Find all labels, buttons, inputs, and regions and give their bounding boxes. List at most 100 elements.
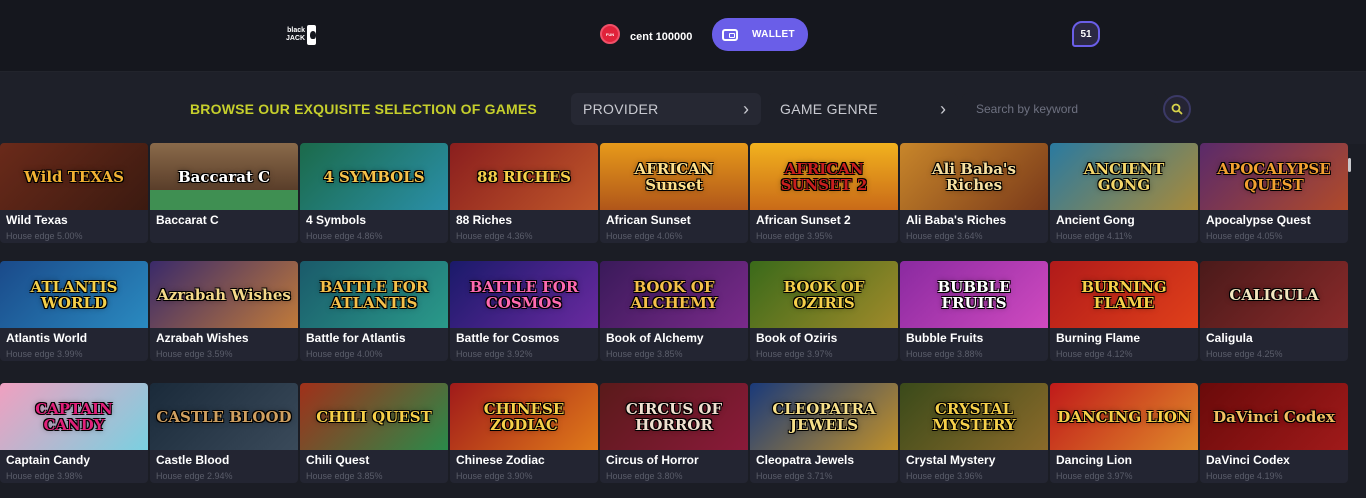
genre-filter[interactable]: GAME GENRE › — [768, 93, 958, 125]
game-tile[interactable]: Azrabah Wishes Azrabah Wishes House edge 3… — [150, 261, 298, 361]
game-logo-art: 88 RICHES — [477, 167, 571, 186]
wallet-button[interactable]: WALLET — [712, 18, 808, 51]
game-tile[interactable]: 4 SYMBOLS 4 Symbols House edge 4.86% — [300, 143, 448, 243]
game-thumbnail[interactable]: BOOK OF OZIRIS — [750, 261, 898, 328]
game-title: Battle for Cosmos — [456, 331, 560, 345]
game-tile[interactable]: BATTLE FOR ATLANTIS Battle for Atlantis Ho… — [300, 261, 448, 361]
search-input[interactable] — [962, 93, 1158, 125]
game-title: Burning Flame — [1056, 331, 1141, 345]
game-tile[interactable]: ANCIENT GONG Ancient Gong House edge 4.11% — [1050, 143, 1198, 243]
game-tile[interactable]: CHILI QUEST Chili Quest House edge 3.85% — [300, 383, 448, 483]
game-thumbnail[interactable]: BOOK OF ALCHEMY — [600, 261, 748, 328]
game-logo-art: Baccarat C — [177, 167, 271, 186]
game-tile[interactable]: BATTLE FOR COSMOS Battle for Cosmos House … — [450, 261, 598, 361]
game-thumbnail[interactable]: Azrabah Wishes — [150, 261, 298, 328]
game-thumbnail[interactable]: CHINESE ZODIAC — [450, 383, 598, 450]
game-tile[interactable]: CRYSTAL MYSTERY Crystal Mystery House edge… — [900, 383, 1048, 483]
game-tile[interactable]: APOCALYPSE QUEST Apocalypse Quest House ed… — [1200, 143, 1348, 243]
game-thumbnail[interactable]: BATTLE FOR ATLANTIS — [300, 261, 448, 328]
game-thumbnail[interactable]: CRYSTAL MYSTERY — [900, 383, 1048, 450]
game-thumbnail[interactable]: ANCIENT GONG — [1050, 143, 1198, 210]
search-icon — [1171, 103, 1183, 115]
house-edge-text: House edge 4.11% — [1056, 231, 1132, 241]
game-tile[interactable]: AFRICAN Sunset African Sunset House edge 4… — [600, 143, 748, 243]
game-tile[interactable]: CLEOPATRA JEWELS Cleopatra Jewels House ed… — [750, 383, 898, 483]
game-title: Wild Texas — [6, 213, 68, 227]
game-thumbnail[interactable]: BATTLE FOR COSMOS — [450, 261, 598, 328]
search-button[interactable] — [1163, 95, 1191, 123]
game-tile[interactable]: CAPTAIN CANDY Captain Candy House edge 3.9… — [0, 383, 148, 483]
provider-filter[interactable]: PROVIDER › — [571, 93, 761, 125]
game-thumbnail[interactable]: CHILI QUEST — [300, 383, 448, 450]
game-tile[interactable]: BURNING FLAME Burning Flame House edge 4.1… — [1050, 261, 1198, 361]
game-thumbnail[interactable]: BURNING FLAME — [1050, 261, 1198, 328]
house-edge-text: House edge 4.06% — [606, 231, 683, 241]
game-thumbnail[interactable]: CIRCUS OF HORROR — [600, 383, 748, 450]
game-tile[interactable]: BOOK OF ALCHEMY Book of Alchemy House edge… — [600, 261, 748, 361]
house-edge-text: House edge 4.05% — [1206, 231, 1283, 241]
game-title: African Sunset 2 — [756, 213, 851, 227]
house-edge-text: House edge 3.92% — [456, 349, 533, 359]
game-thumbnail[interactable]: Ali Baba's Riches — [900, 143, 1048, 210]
game-thumbnail[interactable]: 88 RICHES — [450, 143, 598, 210]
wallet-icon — [722, 28, 738, 41]
game-thumbnail[interactable]: BUBBLE FRUITS — [900, 261, 1048, 328]
game-tile[interactable]: AFRICAN SUNSET 2 African Sunset 2 House ed… — [750, 143, 898, 243]
game-logo-art: AFRICAN SUNSET 2 — [780, 159, 868, 194]
game-tile[interactable]: DaVinci Codex DaVinci Codex House edge 4.1… — [1200, 383, 1348, 483]
game-tile[interactable]: Wild TEXAS Wild Texas House edge 5.00% — [0, 143, 148, 243]
game-thumbnail[interactable]: CASTLE BLOOD — [150, 383, 298, 450]
game-logo-art: CIRCUS OF HORROR — [625, 399, 723, 434]
game-thumbnail[interactable]: CLEOPATRA JEWELS — [750, 383, 898, 450]
house-edge-text: House edge 3.96% — [906, 471, 983, 481]
game-tile[interactable]: ATLANTIS WORLD Atlantis World House edge 3… — [0, 261, 148, 361]
card-logo-icon — [307, 25, 316, 45]
game-thumbnail[interactable]: APOCALYPSE QUEST — [1200, 143, 1348, 210]
house-edge-text: House edge 4.36% — [456, 231, 533, 241]
game-thumbnail[interactable]: Baccarat C — [150, 143, 298, 210]
game-thumbnail[interactable]: Wild TEXAS — [0, 143, 148, 210]
game-logo-art: BATTLE FOR COSMOS — [469, 277, 579, 312]
game-thumbnail[interactable]: 4 SYMBOLS — [300, 143, 448, 210]
game-tile[interactable]: CALIGULA Caligula House edge 4.25% — [1200, 261, 1348, 361]
game-tile[interactable]: Ali Baba's Riches Ali Baba's Riches House … — [900, 143, 1048, 243]
blackjack-logo[interactable]: black JACK — [276, 22, 316, 48]
game-tile[interactable]: Baccarat C Baccarat C — [150, 143, 298, 243]
game-title: Ancient Gong — [1056, 213, 1135, 227]
house-edge-text: House edge 3.59% — [156, 349, 233, 359]
game-title: DaVinci Codex — [1206, 453, 1290, 467]
game-logo-art: CRYSTAL MYSTERY — [932, 399, 1016, 434]
house-edge-text: House edge 5.00% — [6, 231, 83, 241]
game-title: Dancing Lion — [1056, 453, 1132, 467]
game-thumbnail[interactable]: AFRICAN Sunset — [600, 143, 748, 210]
game-logo-art: Ali Baba's Riches — [932, 159, 1016, 194]
chevron-right-icon: › — [940, 99, 946, 119]
notification-button[interactable]: 51 — [1072, 21, 1100, 47]
game-thumbnail[interactable]: DANCING LION — [1050, 383, 1198, 450]
game-title: Book of Oziris — [756, 331, 838, 345]
house-edge-text: House edge 3.99% — [6, 349, 83, 359]
game-logo-art: AFRICAN Sunset — [634, 159, 714, 194]
game-logo-art: APOCALYPSE QUEST — [1217, 159, 1331, 194]
game-thumbnail[interactable]: CALIGULA — [1200, 261, 1348, 328]
game-tile[interactable]: CIRCUS OF HORROR Circus of Horror House ed… — [600, 383, 748, 483]
house-edge-text: House edge 3.71% — [756, 471, 833, 481]
game-tile[interactable]: 88 RICHES 88 Riches House edge 4.36% — [450, 143, 598, 243]
house-edge-text: House edge 3.80% — [606, 471, 683, 481]
game-thumbnail[interactable]: ATLANTIS WORLD — [0, 261, 148, 328]
game-tile[interactable]: BUBBLE FRUITS Bubble Fruits House edge 3.8… — [900, 261, 1048, 361]
house-edge-text: House edge 3.97% — [1056, 471, 1133, 481]
house-edge-text: House edge 4.12% — [1056, 349, 1133, 359]
game-tile[interactable]: CASTLE BLOOD Castle Blood House edge 2.94% — [150, 383, 298, 483]
fun-coin-icon: FUN — [600, 24, 620, 44]
game-tile[interactable]: CHINESE ZODIAC Chinese Zodiac House edge 3… — [450, 383, 598, 483]
game-logo-art: Wild TEXAS — [24, 167, 124, 186]
game-thumbnail[interactable]: AFRICAN SUNSET 2 — [750, 143, 898, 210]
scrollbar-thumb[interactable] — [1348, 158, 1351, 172]
game-thumbnail[interactable]: CAPTAIN CANDY — [0, 383, 148, 450]
game-tile[interactable]: DANCING LION Dancing Lion House edge 3.97% — [1050, 383, 1198, 483]
game-logo-art: BURNING FLAME — [1081, 277, 1167, 312]
game-tile[interactable]: BOOK OF OZIRIS Book of Oziris House edge 3… — [750, 261, 898, 361]
game-logo-art: BOOK OF ALCHEMY — [630, 277, 718, 312]
game-thumbnail[interactable]: DaVinci Codex — [1200, 383, 1348, 450]
